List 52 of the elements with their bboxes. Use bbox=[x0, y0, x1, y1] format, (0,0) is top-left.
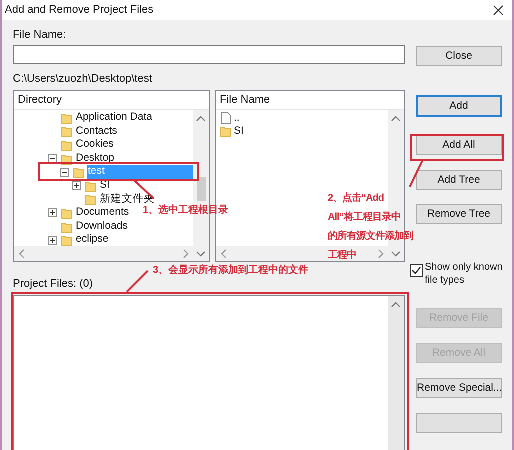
field-label: File Name: bbox=[13, 28, 68, 42]
plus-box-icon[interactable] bbox=[48, 208, 57, 218]
scrollbar[interactable] bbox=[216, 246, 404, 261]
plus-box-icon[interactable] bbox=[48, 236, 57, 245]
button[interactable]: Close bbox=[416, 46, 502, 66]
folder-icon bbox=[61, 138, 72, 151]
input-field[interactable] bbox=[13, 45, 405, 64]
file-item[interactable]: .. bbox=[234, 112, 240, 124]
list-label: Project Files: (0) bbox=[13, 277, 94, 291]
tree-item[interactable]: Contacts bbox=[75, 124, 118, 138]
file-icon bbox=[220, 112, 231, 124]
annotation-text: All”将工程目录中 bbox=[328, 210, 401, 225]
folder-icon bbox=[220, 124, 231, 136]
plus-box-icon[interactable] bbox=[72, 181, 81, 190]
tree-item[interactable]: Cookies bbox=[75, 138, 114, 152]
folder-icon bbox=[73, 166, 84, 178]
column-header[interactable]: Directory bbox=[14, 91, 209, 110]
leader-line bbox=[409, 160, 424, 188]
folder-icon bbox=[85, 180, 96, 192]
file-item[interactable]: SI bbox=[234, 124, 244, 136]
tree-item[interactable]: Desktop bbox=[75, 152, 115, 166]
annotation-text: 3、会显示所有添加到工程中的文件 bbox=[153, 264, 309, 277]
folder-icon bbox=[61, 112, 72, 124]
tree-item[interactable]: Application Data bbox=[75, 111, 152, 125]
folder-icon bbox=[61, 234, 72, 246]
window-title: Add and Remove Project Files bbox=[5, 4, 154, 16]
button[interactable]: Add bbox=[416, 95, 502, 117]
folder-icon bbox=[61, 206, 72, 219]
checkbox-label[interactable]: Show only known file types bbox=[425, 261, 508, 287]
tree-item[interactable]: SI bbox=[99, 178, 110, 193]
tree-item[interactable]: Documents bbox=[75, 206, 130, 220]
button[interactable]: Remove Tree bbox=[416, 204, 502, 224]
close-icon[interactable] bbox=[493, 4, 504, 16]
button[interactable]: Add All bbox=[416, 135, 502, 155]
minus-box-icon[interactable] bbox=[60, 168, 69, 177]
tree-item[interactable]: eclipse bbox=[75, 233, 109, 246]
button[interactable]: Remove Special... bbox=[416, 378, 502, 398]
path-label: C:\Users\zuozh\Desktop\test bbox=[13, 72, 154, 86]
folder-icon bbox=[61, 125, 72, 138]
button[interactable]: Add Tree bbox=[416, 170, 502, 190]
leader-line bbox=[126, 270, 149, 293]
folder-icon bbox=[61, 220, 72, 233]
scroll-thumb[interactable] bbox=[196, 177, 206, 201]
tree-item[interactable]: Downloads bbox=[75, 220, 128, 234]
folder-icon bbox=[85, 193, 96, 206]
annotation-text: 工程中 bbox=[328, 248, 356, 263]
scrollbar[interactable] bbox=[14, 246, 209, 261]
checkbox[interactable] bbox=[410, 264, 423, 277]
minus-box-icon[interactable] bbox=[48, 154, 57, 164]
scrollbar[interactable] bbox=[388, 296, 404, 450]
column-header[interactable]: File Name bbox=[216, 91, 404, 110]
annotation-text: 2、点击“Add bbox=[328, 192, 384, 206]
